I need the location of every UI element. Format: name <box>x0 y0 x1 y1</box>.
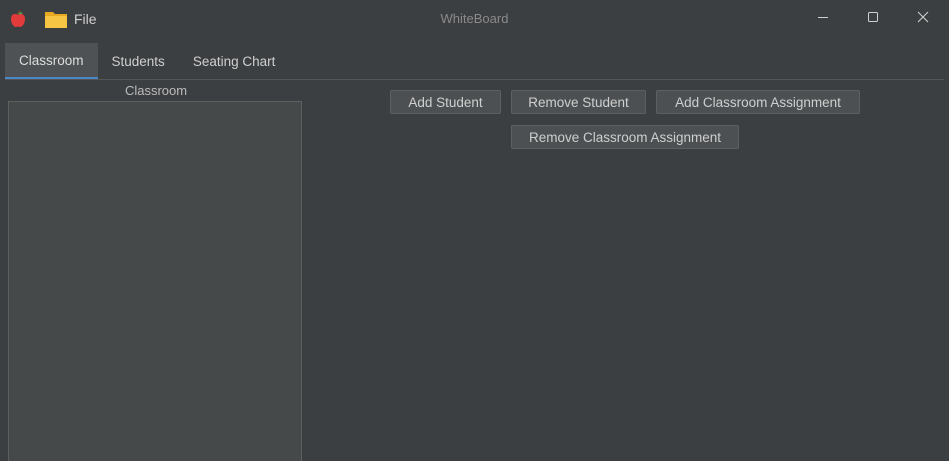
close-icon <box>917 10 929 28</box>
minimize-button[interactable] <box>798 0 848 38</box>
tab-classroom[interactable]: Classroom <box>5 43 98 79</box>
maximize-button[interactable] <box>848 0 898 38</box>
add-classroom-assignment-button[interactable]: Add Classroom Assignment <box>656 90 860 114</box>
folder-icon <box>44 9 68 29</box>
classroom-list-title: Classroom <box>124 83 188 98</box>
file-menu[interactable]: File <box>44 8 97 30</box>
apple-icon <box>9 10 27 28</box>
tab-bar: Classroom Students Seating Chart <box>5 43 289 79</box>
file-menu-label: File <box>74 11 97 27</box>
tab-seating-chart[interactable]: Seating Chart <box>179 43 290 79</box>
tab-students[interactable]: Students <box>98 43 179 79</box>
minimize-icon <box>817 10 829 28</box>
add-student-button[interactable]: Add Student <box>390 90 501 114</box>
remove-student-button[interactable]: Remove Student <box>511 90 646 114</box>
remove-classroom-assignment-button[interactable]: Remove Classroom Assignment <box>511 125 739 149</box>
close-button[interactable] <box>898 0 948 38</box>
classroom-list[interactable] <box>8 101 302 461</box>
title-bar[interactable]: File WhiteBoard <box>0 0 949 38</box>
tab-divider <box>5 79 944 80</box>
maximize-icon <box>867 10 879 28</box>
main-window: File WhiteBoard Classroom Students Seati <box>0 0 949 461</box>
